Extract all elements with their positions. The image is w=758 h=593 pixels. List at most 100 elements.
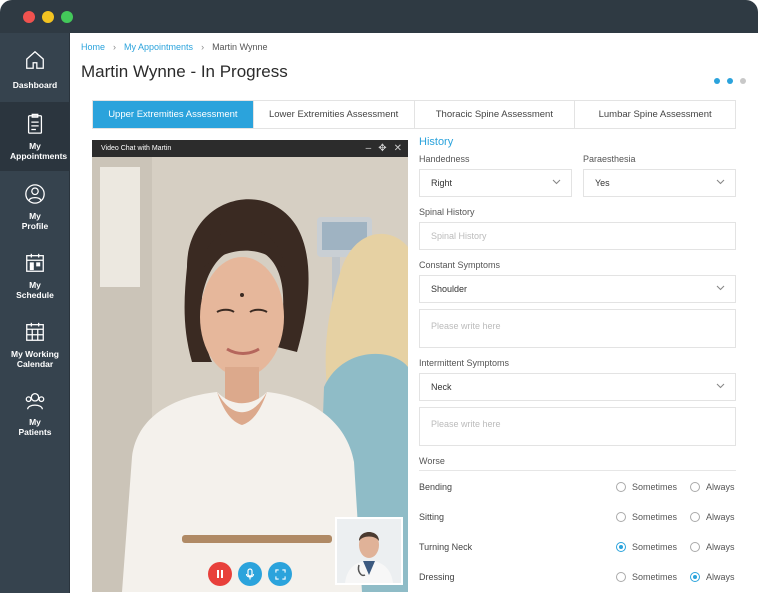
sidebar-item-my-schedule[interactable]: My Schedule	[0, 240, 70, 309]
radio-label: Always	[706, 542, 735, 552]
radio-always[interactable]: Always	[690, 512, 735, 522]
sidebar-item-my-appointments[interactable]: My Appointments	[0, 102, 70, 171]
radio-circle[interactable]	[616, 572, 626, 582]
home-icon	[26, 50, 44, 69]
radio-sometimes[interactable]: Sometimes	[616, 512, 677, 522]
pager-dot[interactable]	[727, 78, 733, 84]
chevron-down-icon	[716, 285, 725, 291]
sidebar-item-label: My Schedule	[16, 280, 54, 300]
end-call-button[interactable]	[208, 562, 232, 586]
radio-circle[interactable]	[690, 572, 700, 582]
sidebar-item-label: My Working Calendar	[10, 349, 59, 369]
breadcrumb-separator: ›	[201, 42, 205, 52]
breadcrumb-home[interactable]: Home	[81, 42, 105, 52]
chevron-down-icon	[716, 179, 725, 185]
users-icon	[25, 393, 45, 410]
radio-sometimes[interactable]: Sometimes	[616, 572, 677, 582]
radio-circle[interactable]	[616, 542, 626, 552]
tab-upper-extremities[interactable]: Upper Extremities Assessment	[93, 101, 254, 128]
radio-always[interactable]: Always	[690, 482, 735, 492]
video-chat-title: Video Chat with Martin	[101, 145, 172, 152]
sidebar-item-my-profile[interactable]: My Profile	[0, 171, 70, 240]
sidebar-item-my-patients[interactable]: My Patients	[0, 378, 70, 447]
radio-sometimes[interactable]: Sometimes	[616, 542, 677, 552]
close-icon[interactable]: ✕	[394, 143, 402, 154]
calendar-icon	[26, 253, 44, 272]
constant-symptoms-select[interactable]: Shoulder	[419, 275, 736, 303]
radio-circle[interactable]	[690, 512, 700, 522]
minimize-window-button[interactable]	[42, 11, 54, 23]
sidebar: Dashboard My Appointments My Profile My …	[0, 33, 70, 593]
worse-row: Sitting Sometimes Always	[419, 501, 736, 531]
worse-label: Worse	[419, 456, 736, 471]
tab-thoracic-spine[interactable]: Thoracic Spine Assessment	[415, 101, 576, 128]
sidebar-item-label: Dashboard	[12, 80, 58, 90]
radio-always[interactable]: Always	[690, 572, 735, 582]
sidebar-item-my-working-calendar[interactable]: My Working Calendar	[0, 309, 70, 378]
microphone-icon	[245, 568, 255, 580]
radio-label: Sometimes	[632, 512, 678, 522]
assessment-tabs: Upper Extremities Assessment Lower Extre…	[92, 100, 736, 129]
tab-lumbar-spine[interactable]: Lumbar Spine Assessment	[575, 101, 735, 128]
radio-label: Sometimes	[632, 542, 678, 552]
radio-always[interactable]: Always	[690, 542, 735, 552]
sidebar-item-label: My Profile	[21, 211, 49, 231]
radio-label: Sometimes	[632, 572, 678, 582]
paraesthesia-value: Yes	[595, 178, 610, 188]
expand-icon	[274, 568, 286, 580]
minimize-icon[interactable]: –	[366, 143, 372, 154]
user-circle-icon	[25, 184, 45, 204]
radio-circle[interactable]	[616, 512, 626, 522]
intermittent-symptoms-label: Intermittent Symptoms	[419, 358, 510, 368]
constant-symptoms-notes[interactable]: Please write here	[419, 309, 736, 348]
worse-row-label: Dressing	[419, 572, 455, 582]
intermittent-symptoms-notes[interactable]: Please write here	[419, 407, 736, 446]
breadcrumb-appointments[interactable]: My Appointments	[124, 42, 193, 52]
pause-icon	[217, 570, 223, 578]
video-chat-header: Video Chat with Martin – ✥ ✕	[92, 140, 408, 157]
calendar-grid-icon	[26, 322, 44, 341]
radio-label: Always	[706, 572, 735, 582]
paraesthesia-label: Paraesthesia	[583, 154, 636, 164]
chevron-down-icon	[716, 383, 725, 389]
app-window: Dashboard My Appointments My Profile My …	[0, 0, 758, 593]
radio-label: Always	[706, 512, 735, 522]
history-form: History Handedness Right Paraesthesia Ye…	[419, 136, 736, 591]
radio-circle[interactable]	[616, 482, 626, 492]
pager-dot[interactable]	[714, 78, 720, 84]
title-bar	[0, 0, 758, 33]
spinal-history-label: Spinal History	[419, 207, 475, 217]
radio-circle[interactable]	[690, 482, 700, 492]
worse-row: Turning Neck Sometimes Always	[419, 531, 736, 561]
pager-dots	[707, 71, 746, 89]
worse-list: Bending Sometimes Always Sitting Sometimes Al…	[419, 471, 736, 591]
radio-sometimes[interactable]: Sometimes	[616, 482, 677, 492]
handedness-select[interactable]: Right	[419, 169, 572, 197]
tab-lower-extremities[interactable]: Lower Extremities Assessment	[254, 101, 415, 128]
worse-row-label: Sitting	[419, 512, 445, 522]
fullscreen-button[interactable]	[268, 562, 292, 586]
breadcrumb-separator: ›	[113, 42, 117, 52]
mute-button[interactable]	[238, 562, 262, 586]
chevron-down-icon	[552, 179, 561, 185]
video-controls	[208, 562, 298, 586]
move-icon[interactable]: ✥	[378, 143, 386, 154]
close-window-button[interactable]	[23, 11, 35, 23]
sidebar-item-label: My Patients	[18, 417, 52, 437]
doctor-video-feed	[337, 519, 401, 583]
sidebar-item-dashboard[interactable]: Dashboard	[0, 33, 70, 102]
maximize-window-button[interactable]	[61, 11, 73, 23]
intermittent-symptoms-select[interactable]: Neck	[419, 373, 736, 401]
spinal-history-input[interactable]: Spinal History	[419, 222, 736, 250]
clipboard-icon	[27, 113, 43, 134]
intermittent-symptoms-value: Neck	[431, 382, 452, 392]
video-chat-panel: Video Chat with Martin – ✥ ✕	[92, 140, 408, 592]
radio-circle[interactable]	[690, 542, 700, 552]
section-title: History	[419, 136, 454, 148]
radio-label: Always	[706, 482, 735, 492]
worse-row-label: Turning Neck	[419, 542, 473, 552]
worse-row: Dressing Sometimes Always	[419, 561, 736, 591]
paraesthesia-select[interactable]: Yes	[583, 169, 736, 197]
self-video-pip[interactable]	[335, 517, 403, 585]
pager-dot[interactable]	[740, 78, 746, 84]
